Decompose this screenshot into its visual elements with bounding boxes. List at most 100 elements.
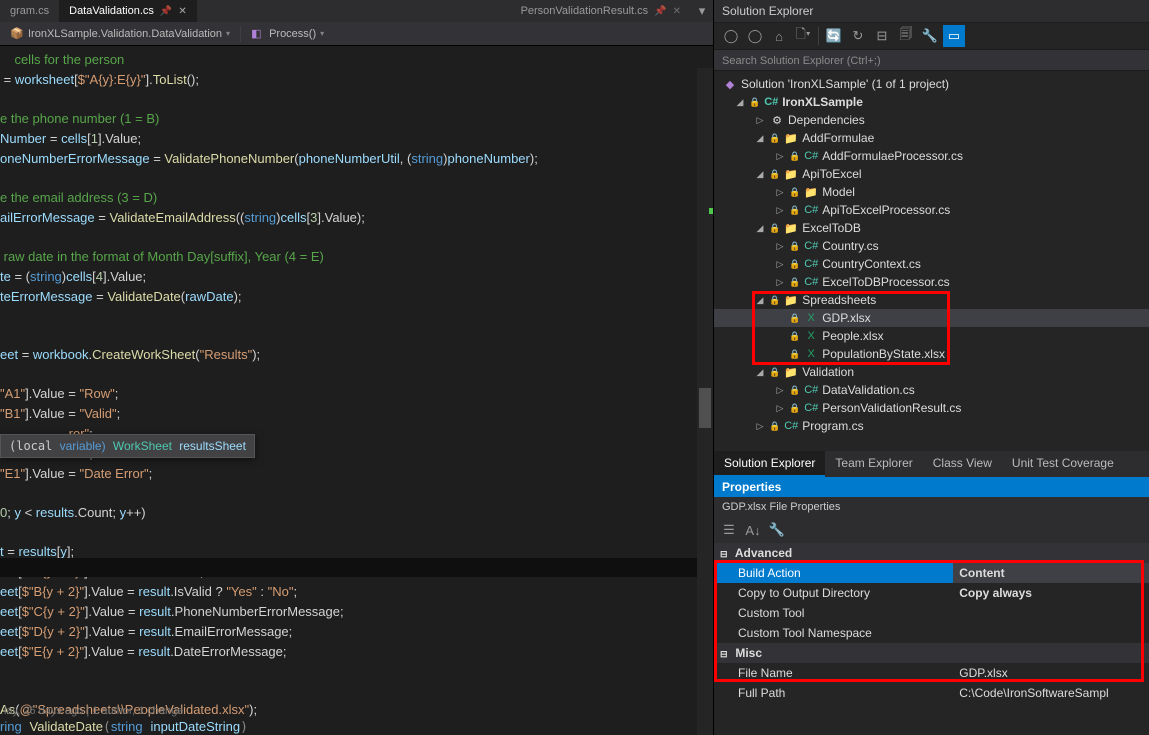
xlsx-icon: X — [803, 328, 819, 344]
code-line: eet = workbook.CreateWorkSheet("Results"… — [0, 347, 260, 362]
code-line: te = (string)cells[4].Value; — [0, 269, 146, 284]
tab-team-explorer[interactable]: Team Explorer — [825, 451, 922, 477]
properties-panel: Properties GDP.xlsx File Properties ☰ A↓… — [714, 477, 1149, 735]
categorized-icon[interactable]: ☰ — [718, 519, 740, 541]
folder-icon: 📁 — [803, 184, 819, 200]
code-line-partial: ring ValidateDate(string inputDateString… — [0, 719, 248, 735]
switch-views-icon[interactable]: 🗋▾ — [792, 25, 814, 47]
tab-label: PersonValidationResult.cs — [521, 5, 649, 17]
tab-unit-test-coverage[interactable]: Unit Test Coverage — [1002, 451, 1124, 477]
code-line: ailErrorMessage = ValidateEmailAddress((… — [0, 210, 365, 225]
file-exceltodbproc[interactable]: ▷🔒C#ExcelToDBProcessor.cs — [714, 273, 1149, 291]
tab-personvalidationresult-cs[interactable]: PersonValidationResult.cs 📌 ✕ — [511, 0, 691, 22]
tab-label: DataValidation.cs — [69, 5, 154, 17]
prop-custom-tool-ns[interactable]: Custom Tool Namespace — [714, 623, 1149, 643]
home-icon[interactable]: ⌂ — [768, 25, 790, 47]
code-line: "A1"].Value = "Row"; — [0, 386, 118, 401]
prop-copy-output[interactable]: Copy to Output DirectoryCopy always — [714, 583, 1149, 603]
folder-apitoexcel[interactable]: ◢🔒📁ApiToExcel — [714, 165, 1149, 183]
folder-addformulae[interactable]: ◢🔒📁AddFormulae — [714, 129, 1149, 147]
tab-datavalidation-cs[interactable]: DataValidation.cs 📌 ✕ — [59, 0, 197, 22]
folder-icon: 📁 — [783, 292, 799, 308]
tab-solution-explorer[interactable]: Solution Explorer — [714, 451, 825, 477]
search-input[interactable] — [722, 55, 1141, 67]
refresh-icon[interactable]: ↻ — [847, 25, 869, 47]
pin-icon[interactable]: 📌 — [654, 6, 666, 17]
show-all-icon[interactable]: 🗐 — [895, 25, 917, 47]
csproj-icon: C# — [763, 94, 779, 110]
sync-icon[interactable]: 🔄 — [823, 25, 845, 47]
cs-icon: C# — [783, 418, 799, 434]
breadcrumb-text: IronXLSample.Validation.DataValidation — [28, 28, 222, 40]
tab-class-view[interactable]: Class View — [923, 451, 1002, 477]
folder-icon: 📁 — [783, 220, 799, 236]
breadcrumb-bar: 📦 IronXLSample.Validation.DataValidation… — [0, 22, 713, 46]
pin-icon[interactable]: 📌 — [160, 6, 172, 17]
file-people-xlsx[interactable]: 🔒XPeople.xlsx — [714, 327, 1149, 345]
properties-icon[interactable]: 🔧 — [919, 25, 941, 47]
bottom-panel-tabs: Solution Explorer Team Explorer Class Vi… — [714, 451, 1149, 477]
code-editor[interactable]: ⧉ cells for the person = worksheet[$"A{y… — [0, 46, 713, 735]
code-line: oneNumberErrorMessage = ValidatePhoneNum… — [0, 151, 538, 166]
document-tabs: gram.cs DataValidation.cs 📌 ✕ PersonVali… — [0, 0, 713, 22]
close-icon[interactable]: ✕ — [178, 6, 186, 17]
folder-icon: 📁 — [783, 166, 799, 182]
prop-custom-tool[interactable]: Custom Tool — [714, 603, 1149, 623]
collapse-all-icon[interactable]: ⊟ — [871, 25, 893, 47]
solution-tree: ◆Solution 'IronXLSample' (1 of 1 project… — [714, 71, 1149, 451]
category-misc[interactable]: Misc — [735, 646, 762, 660]
chevron-down-icon: ▾ — [320, 29, 324, 38]
dependencies-node[interactable]: ▷⚙Dependencies — [714, 111, 1149, 129]
code-line: cells for the person — [0, 52, 124, 67]
file-program[interactable]: ▷🔒C#Program.cs — [714, 417, 1149, 435]
solution-search[interactable] — [714, 50, 1149, 71]
property-pages-icon[interactable]: 🔧 — [766, 519, 788, 541]
solution-explorer-toolbar: ◯ ◯ ⌂ 🗋▾ 🔄 ↻ ⊟ 🗐 🔧 ▭ — [714, 23, 1149, 50]
namespace-icon: 📦 — [10, 27, 24, 41]
file-country[interactable]: ▷🔒C#Country.cs — [714, 237, 1149, 255]
folder-spreadsheets[interactable]: ◢🔒📁Spreadsheets — [714, 291, 1149, 309]
window-dropdown-icon[interactable]: ▾ — [691, 0, 713, 22]
code-line: eet[$"C{y + 2}"].Value = result.PhoneNum… — [0, 604, 344, 619]
cs-icon: C# — [803, 148, 819, 164]
code-line: Number = cells[1].Value; — [0, 131, 141, 146]
cs-icon: C# — [803, 400, 819, 416]
folder-icon: 📁 — [783, 130, 799, 146]
tab-program-cs[interactable]: gram.cs — [0, 0, 59, 22]
folder-model[interactable]: ▷🔒📁Model — [714, 183, 1149, 201]
file-apitoexcelproc[interactable]: ▷🔒C#ApiToExcelProcessor.cs — [714, 201, 1149, 219]
prop-build-action[interactable]: Build ActionContent — [714, 563, 1149, 583]
code-line: e the phone number (1 = B) — [0, 111, 159, 126]
codelens-blame[interactable]: lay, 26 days ago | 1 author, 1 change — [4, 705, 183, 717]
folder-exceltodb[interactable]: ◢🔒📁ExcelToDB — [714, 219, 1149, 237]
file-addformulaeproc[interactable]: ▷🔒C#AddFormulaeProcessor.cs — [714, 147, 1149, 165]
file-pvr[interactable]: ▷🔒C#PersonValidationResult.cs — [714, 399, 1149, 417]
code-line: "B1"].Value = "Valid"; — [0, 406, 120, 421]
tab-label: gram.cs — [10, 5, 49, 17]
file-datavalidation[interactable]: ▷🔒C#DataValidation.cs — [714, 381, 1149, 399]
folder-icon: 📁 — [783, 364, 799, 380]
close-icon[interactable]: ✕ — [673, 6, 681, 17]
folder-validation[interactable]: ◢🔒📁Validation — [714, 363, 1149, 381]
cs-icon: C# — [803, 202, 819, 218]
scrollbar[interactable] — [697, 68, 713, 735]
method-icon: ◧ — [251, 27, 265, 41]
code-line: e the email address (3 = D) — [0, 190, 157, 205]
file-countryctx[interactable]: ▷🔒C#CountryContext.cs — [714, 255, 1149, 273]
forward-icon[interactable]: ◯ — [744, 25, 766, 47]
breadcrumb-method[interactable]: ◧ Process() ▾ — [245, 27, 330, 41]
solution-node[interactable]: ◆Solution 'IronXLSample' (1 of 1 project… — [714, 75, 1149, 93]
category-advanced[interactable]: Advanced — [735, 546, 792, 560]
back-icon[interactable]: ◯ — [720, 25, 742, 47]
prop-file-name[interactable]: File NameGDP.xlsx — [714, 663, 1149, 683]
preview-icon[interactable]: ▭ — [943, 25, 965, 47]
file-gdp-xlsx[interactable]: 🔒XGDP.xlsx — [714, 309, 1149, 327]
prop-full-path[interactable]: Full PathC:\Code\IronSoftwareSampl — [714, 683, 1149, 703]
file-population-xlsx[interactable]: 🔒XPopulationByState.xlsx — [714, 345, 1149, 363]
project-node[interactable]: ◢🔒C#IronXLSample — [714, 93, 1149, 111]
cs-icon: C# — [803, 382, 819, 398]
cs-icon: C# — [803, 256, 819, 272]
properties-toolbar: ☰ A↓ 🔧 — [714, 517, 1149, 543]
alphabetical-icon[interactable]: A↓ — [742, 519, 764, 541]
breadcrumb-namespace[interactable]: 📦 IronXLSample.Validation.DataValidation… — [4, 27, 236, 41]
